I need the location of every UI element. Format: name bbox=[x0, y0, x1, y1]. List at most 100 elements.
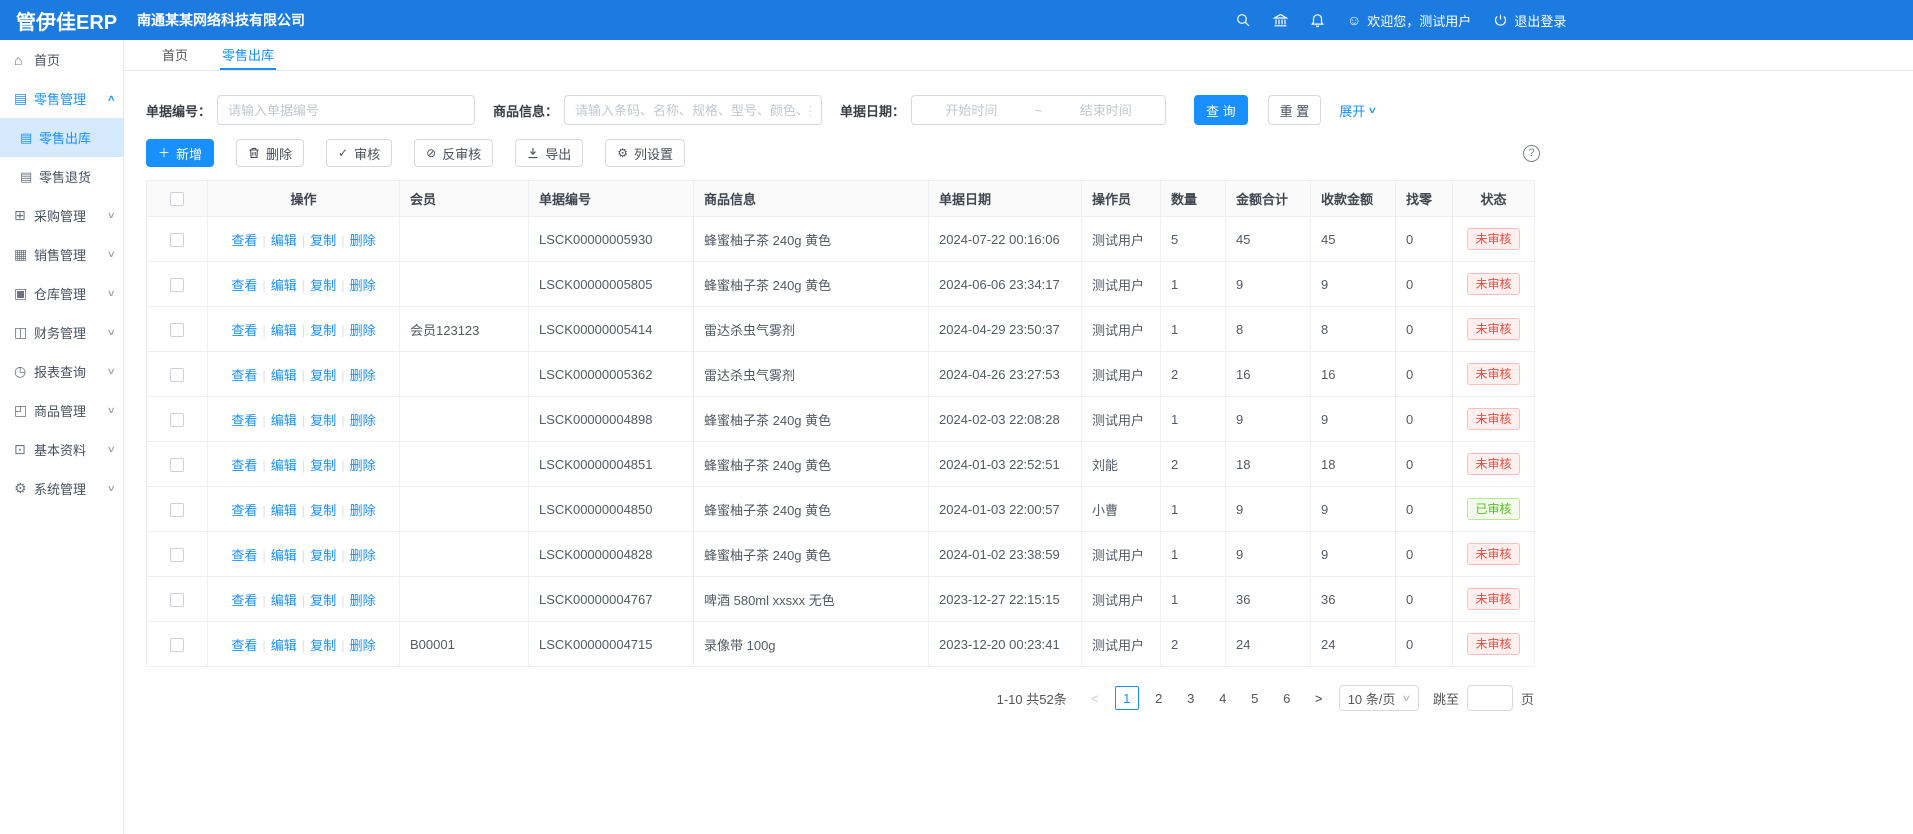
row-action-delete[interactable]: 删除 bbox=[350, 458, 376, 473]
row-action-delete[interactable]: 删除 bbox=[350, 323, 376, 338]
row-action-edit[interactable]: 编辑 bbox=[271, 593, 297, 608]
row-action-view[interactable]: 查看 bbox=[231, 233, 257, 248]
delete-button[interactable]: 删除 bbox=[236, 139, 304, 167]
bill-no-input[interactable] bbox=[217, 95, 475, 125]
row-action-view[interactable]: 查看 bbox=[231, 368, 257, 383]
row-checkbox[interactable] bbox=[170, 233, 184, 247]
row-action-edit[interactable]: 编辑 bbox=[271, 323, 297, 338]
row-checkbox[interactable] bbox=[170, 638, 184, 652]
date-range-picker[interactable]: ~ bbox=[911, 95, 1166, 125]
row-checkbox[interactable] bbox=[170, 368, 184, 382]
row-checkbox[interactable] bbox=[170, 323, 184, 337]
sidebar-item-retail-outbound[interactable]: ▤零售出库 bbox=[0, 118, 123, 157]
row-action-delete[interactable]: 删除 bbox=[350, 233, 376, 248]
next-page-button[interactable]: > bbox=[1307, 686, 1331, 710]
row-action-delete[interactable]: 删除 bbox=[350, 548, 376, 563]
row-action-copy[interactable]: 复制 bbox=[310, 638, 336, 653]
sidebar-item-purchase-manage[interactable]: ⊞采购管理∨ bbox=[0, 196, 123, 235]
row-action-delete[interactable]: 删除 bbox=[350, 413, 376, 428]
row-action-view[interactable]: 查看 bbox=[231, 413, 257, 428]
row-action-view[interactable]: 查看 bbox=[231, 278, 257, 293]
row-action-copy[interactable]: 复制 bbox=[310, 368, 336, 383]
tab-home[interactable]: 首页 bbox=[160, 40, 190, 70]
row-action-edit[interactable]: 编辑 bbox=[271, 503, 297, 518]
tab-retail-outbound[interactable]: 零售出库 bbox=[220, 40, 276, 70]
row-action-copy[interactable]: 复制 bbox=[310, 503, 336, 518]
select-all-checkbox[interactable] bbox=[170, 192, 184, 206]
page-size-select[interactable]: 10 条/页 ∨ bbox=[1339, 685, 1419, 711]
row-action-view[interactable]: 查看 bbox=[231, 458, 257, 473]
row-action-delete[interactable]: 删除 bbox=[350, 638, 376, 653]
row-action-edit[interactable]: 编辑 bbox=[271, 548, 297, 563]
row-action-view[interactable]: 查看 bbox=[231, 638, 257, 653]
expand-link[interactable]: 展开 ∨ bbox=[1339, 101, 1376, 120]
sidebar-item-warehouse-manage[interactable]: ▣仓库管理∨ bbox=[0, 274, 123, 313]
sidebar-item-system-manage[interactable]: ⚙系统管理∨ bbox=[0, 469, 123, 508]
row-action-copy[interactable]: 复制 bbox=[310, 548, 336, 563]
row-action-delete[interactable]: 删除 bbox=[350, 368, 376, 383]
row-action-edit[interactable]: 编辑 bbox=[271, 458, 297, 473]
row-action-delete[interactable]: 删除 bbox=[350, 503, 376, 518]
page-number-6[interactable]: 6 bbox=[1275, 686, 1299, 710]
page-number-3[interactable]: 3 bbox=[1179, 686, 1203, 710]
row-action-copy[interactable]: 复制 bbox=[310, 458, 336, 473]
bank-icon[interactable] bbox=[1273, 13, 1288, 28]
row-action-edit[interactable]: 编辑 bbox=[271, 638, 297, 653]
search-icon[interactable] bbox=[1236, 13, 1251, 28]
sidebar-item-retail-return[interactable]: ▤零售退货 bbox=[0, 157, 123, 196]
cell-member bbox=[400, 442, 529, 487]
sidebar-item-goods-manage[interactable]: ◰商品管理∨ bbox=[0, 391, 123, 430]
search-button[interactable]: 查 询 bbox=[1194, 95, 1248, 125]
row-action-copy[interactable]: 复制 bbox=[310, 593, 336, 608]
row-checkbox[interactable] bbox=[170, 548, 184, 562]
add-button[interactable]: ＋ 新增 bbox=[146, 139, 214, 167]
row-action-edit[interactable]: 编辑 bbox=[271, 233, 297, 248]
row-action-copy[interactable]: 复制 bbox=[310, 233, 336, 248]
row-action-edit[interactable]: 编辑 bbox=[271, 413, 297, 428]
page-number-5[interactable]: 5 bbox=[1243, 686, 1267, 710]
bell-icon[interactable] bbox=[1310, 13, 1325, 28]
row-action-view[interactable]: 查看 bbox=[231, 323, 257, 338]
row-action-view[interactable]: 查看 bbox=[231, 548, 257, 563]
welcome-text[interactable]: ☺ 欢迎您，测试用户 bbox=[1347, 11, 1471, 30]
logout-button[interactable]: 退出登录 bbox=[1493, 11, 1566, 30]
jump-page-input[interactable] bbox=[1467, 685, 1513, 711]
row-action-copy[interactable]: 复制 bbox=[310, 278, 336, 293]
row-checkbox[interactable] bbox=[170, 278, 184, 292]
help-icon[interactable]: ? bbox=[1523, 145, 1540, 162]
sidebar-item-sales-manage[interactable]: ▦销售管理∨ bbox=[0, 235, 123, 274]
page-number-4[interactable]: 4 bbox=[1211, 686, 1235, 710]
date-start-input[interactable] bbox=[912, 103, 1031, 118]
row-action-edit[interactable]: 编辑 bbox=[271, 278, 297, 293]
row-action-copy[interactable]: 复制 bbox=[310, 413, 336, 428]
row-action-edit[interactable]: 编辑 bbox=[271, 368, 297, 383]
column-settings-button[interactable]: ⚙ 列设置 bbox=[605, 139, 685, 167]
sidebar-item-retail-manage[interactable]: ▤零售管理∧ bbox=[0, 79, 123, 118]
home-icon: ⌂ bbox=[14, 52, 34, 68]
row-action-delete[interactable]: 删除 bbox=[350, 593, 376, 608]
reset-button[interactable]: 重 置 bbox=[1268, 95, 1322, 125]
audit-button[interactable]: ✓ 审核 bbox=[326, 139, 392, 167]
cell-bill-date: 2024-01-02 23:38:59 bbox=[929, 532, 1082, 577]
export-button[interactable]: 导出 bbox=[515, 139, 583, 167]
row-checkbox[interactable] bbox=[170, 458, 184, 472]
row-action-delete[interactable]: 删除 bbox=[350, 278, 376, 293]
page-number-2[interactable]: 2 bbox=[1147, 686, 1171, 710]
sidebar-item-finance-manage[interactable]: ◫财务管理∨ bbox=[0, 313, 123, 352]
row-checkbox[interactable] bbox=[170, 413, 184, 427]
prev-page-button[interactable]: < bbox=[1083, 686, 1107, 710]
sidebar-item-report-query[interactable]: ◷报表查询∨ bbox=[0, 352, 123, 391]
cell-member bbox=[400, 487, 529, 532]
row-action-view[interactable]: 查看 bbox=[231, 503, 257, 518]
unaudit-button[interactable]: ⊘ 反审核 bbox=[414, 139, 493, 167]
date-end-input[interactable] bbox=[1046, 103, 1165, 118]
row-action-copy[interactable]: 复制 bbox=[310, 323, 336, 338]
product-info-input[interactable] bbox=[564, 95, 822, 125]
row-checkbox[interactable] bbox=[170, 503, 184, 517]
page-number-1[interactable]: 1 bbox=[1115, 686, 1139, 710]
sidebar-item-base-data[interactable]: ⊡基本资料∨ bbox=[0, 430, 123, 469]
row-action-view[interactable]: 查看 bbox=[231, 593, 257, 608]
row-checkbox[interactable] bbox=[170, 593, 184, 607]
sidebar-item-home[interactable]: ⌂首页 bbox=[0, 40, 123, 79]
cell-received-amount: 8 bbox=[1311, 307, 1396, 352]
